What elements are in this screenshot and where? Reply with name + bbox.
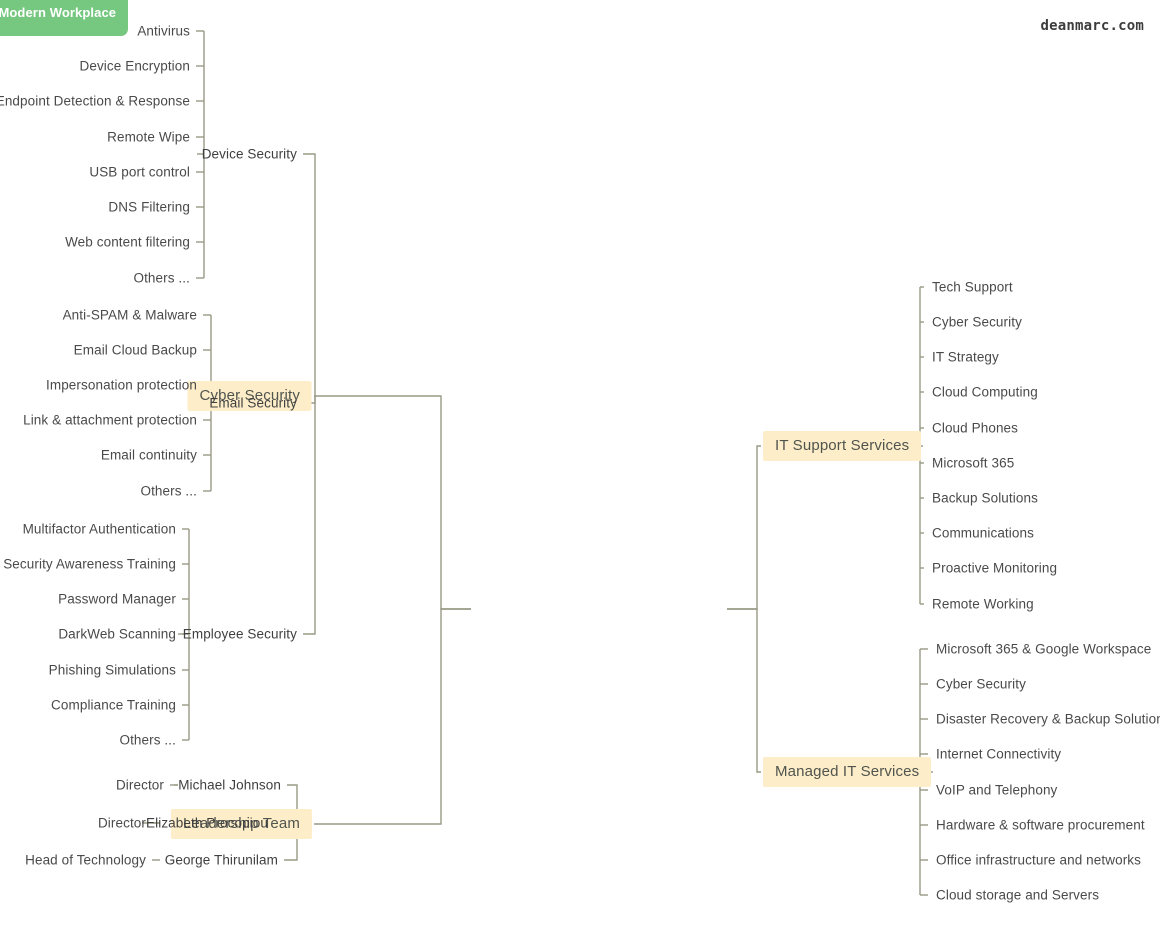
leaf-node[interactable]: Disaster Recovery & Backup Solutions xyxy=(936,712,1160,726)
leaf-node[interactable]: Endpoint Detection & Response xyxy=(0,94,190,108)
root-node[interactable]: Sereno IT Support for the Modern Workpla… xyxy=(0,0,128,36)
group-label-device-security[interactable]: Device Security xyxy=(202,147,297,161)
leaf-node[interactable]: Hardware & software procurement xyxy=(936,818,1145,832)
leaf-node[interactable]: Microsoft 365 xyxy=(932,456,1014,470)
leaf-node[interactable]: Impersonation protection xyxy=(46,378,197,392)
leaf-node[interactable]: Office infrastructure and networks xyxy=(936,853,1141,867)
leaf-node[interactable]: Internet Connectivity xyxy=(936,747,1061,761)
leaf-node[interactable]: Web content filtering xyxy=(65,235,190,249)
leaf-node[interactable]: Multifactor Authentication xyxy=(23,522,176,536)
mindmap-canvas: Sereno IT Support for the Modern Workpla… xyxy=(0,0,1160,927)
watermark: deanmarc.com xyxy=(1040,18,1144,34)
leaf-node[interactable]: Compliance Training xyxy=(51,698,176,712)
leaf-node[interactable]: Device Encryption xyxy=(80,59,191,73)
branch-chip-it-support-services[interactable]: IT Support Services xyxy=(763,431,922,461)
group-label-michael-johnson[interactable]: Michael Johnson xyxy=(178,778,281,792)
leaf-node[interactable]: VoIP and Telephony xyxy=(936,783,1057,797)
leaf-node[interactable]: Link & attachment protection xyxy=(23,413,197,427)
group-label-george-thirunilam[interactable]: George Thirunilam xyxy=(165,853,278,867)
leaf-node[interactable]: Director xyxy=(98,816,146,830)
leaf-node[interactable]: Head of Technology xyxy=(25,853,146,867)
branch-chip-managed-it-services[interactable]: Managed IT Services xyxy=(763,757,932,787)
leaf-node[interactable]: Cloud Phones xyxy=(932,421,1018,435)
leaf-node[interactable]: Proactive Monitoring xyxy=(932,561,1057,575)
leaf-node[interactable]: Others ... xyxy=(119,733,176,747)
leaf-node[interactable]: DarkWeb Scanning xyxy=(58,627,176,641)
group-label-email-security[interactable]: Email Security xyxy=(209,396,297,410)
group-label-employee-security[interactable]: Employee Security xyxy=(183,627,297,641)
leaf-node[interactable]: IT Strategy xyxy=(932,350,999,364)
leaf-node[interactable]: Tech Support xyxy=(932,280,1013,294)
leaf-node[interactable]: Communications xyxy=(932,526,1034,540)
leaf-node[interactable]: Cloud Computing xyxy=(932,385,1038,399)
leaf-node[interactable]: Remote Working xyxy=(932,597,1034,611)
leaf-node[interactable]: Cyber Security xyxy=(932,315,1022,329)
leaf-node[interactable]: Security Awareness Training xyxy=(3,557,176,571)
root-subtitle: IT Support for the Modern Workplace xyxy=(0,5,117,20)
leaf-node[interactable]: Cloud storage and Servers xyxy=(936,888,1099,902)
leaf-node[interactable]: Password Manager xyxy=(58,592,176,606)
leaf-node[interactable]: USB port control xyxy=(89,165,190,179)
leaf-node[interactable]: Antivirus xyxy=(137,24,190,38)
leaf-node[interactable]: Anti-SPAM & Malware xyxy=(63,308,197,322)
leaf-node[interactable]: DNS Filtering xyxy=(108,200,190,214)
leaf-node[interactable]: Backup Solutions xyxy=(932,491,1038,505)
leaf-node[interactable]: Others ... xyxy=(140,484,197,498)
group-label-elizabeth-procopiou[interactable]: Elizabeth Procopiou xyxy=(146,816,268,830)
leaf-node[interactable]: Microsoft 365 & Google Workspace xyxy=(936,642,1151,656)
leaf-node[interactable]: Others ... xyxy=(133,271,190,285)
leaf-node[interactable]: Email Cloud Backup xyxy=(74,343,197,357)
leaf-node[interactable]: Remote Wipe xyxy=(107,130,190,144)
leaf-node[interactable]: Email continuity xyxy=(101,448,197,462)
leaf-node[interactable]: Director xyxy=(116,778,164,792)
leaf-node[interactable]: Phishing Simulations xyxy=(49,663,176,677)
leaf-node[interactable]: Cyber Security xyxy=(936,677,1026,691)
